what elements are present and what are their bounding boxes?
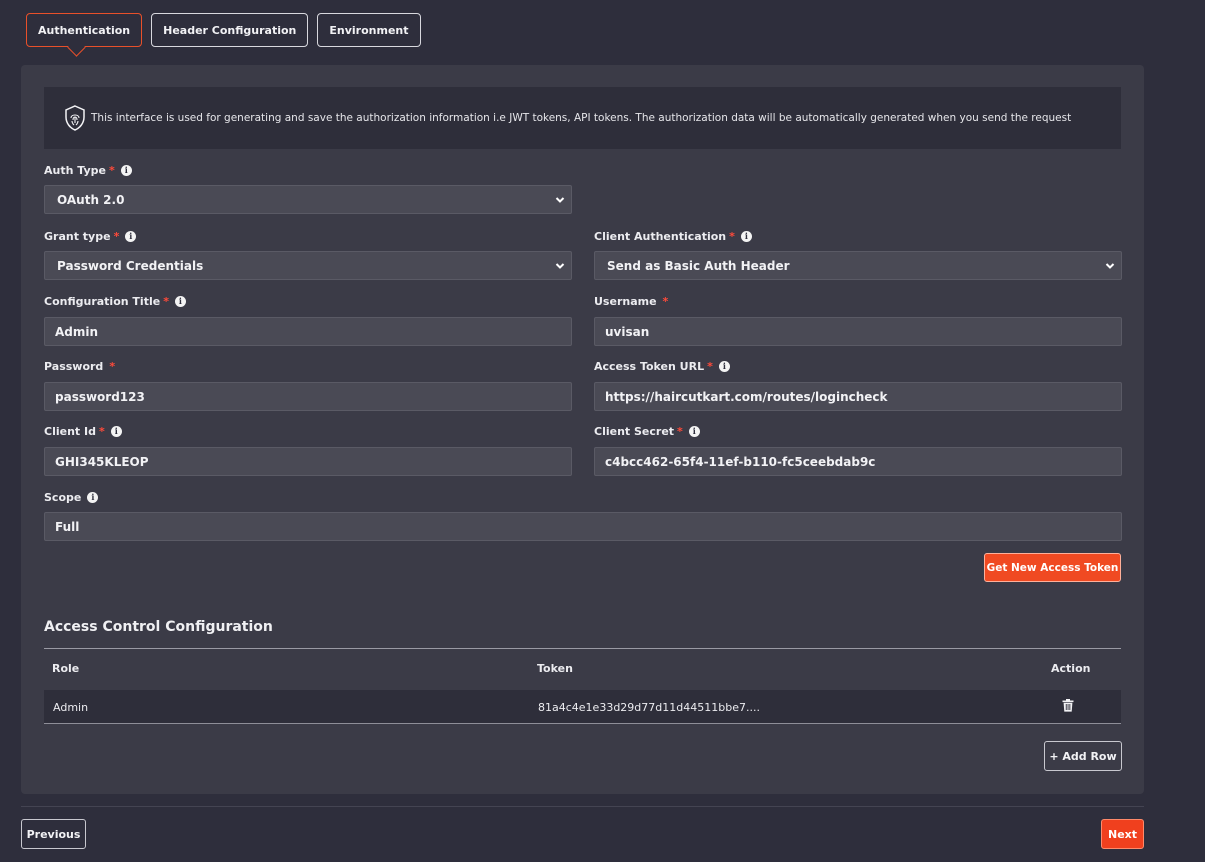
role-cell: Admin [53, 701, 89, 714]
client-auth-value: Send as Basic Auth Header [607, 258, 790, 273]
info-icon[interactable]: i [125, 230, 137, 242]
add-row-button[interactable]: + Add Row [1044, 741, 1122, 771]
auth-type-select[interactable]: OAuth 2.0 [44, 185, 572, 214]
client-id-input[interactable]: GHI345KLEOP [44, 447, 572, 476]
client-id-value: GHI345KLEOP [55, 454, 149, 469]
table-divider [44, 648, 1121, 649]
table-row: Admin 81a4c4e1e33d29d77d11d44511bbe7.... [44, 690, 1121, 724]
previous-button[interactable]: Previous [21, 819, 86, 849]
username-input[interactable]: uvisan [594, 317, 1122, 346]
token-cell: 81a4c4e1e33d29d77d11d44511bbe7.... [538, 701, 760, 714]
config-title-value: Admin [55, 324, 99, 339]
username-label: Username * [594, 294, 669, 308]
grant-type-value: Password Credentials [57, 258, 204, 273]
tab-header-configuration[interactable]: Header Configuration [151, 13, 309, 47]
client-secret-input[interactable]: c4bcc462-65f4-11ef-b110-fc5ceebdab9c [594, 447, 1122, 476]
column-header-token: Token [537, 662, 573, 675]
tab-bar: Authentication Header Configuration Envi… [26, 13, 421, 47]
scope-value: Full [55, 519, 80, 534]
client-secret-value: c4bcc462-65f4-11ef-b110-fc5ceebdab9c [605, 454, 876, 469]
info-icon[interactable]: i [688, 425, 700, 437]
password-value: password123 [55, 389, 145, 404]
shield-fingerprint-icon [63, 104, 87, 132]
scope-label: Scope i [44, 490, 99, 504]
password-input[interactable]: password123 [44, 382, 572, 411]
info-icon[interactable]: i [87, 491, 99, 503]
auth-type-label: Auth Type * i [44, 163, 132, 177]
client-secret-label: Client Secret * i [594, 424, 700, 438]
scope-input[interactable]: Full [44, 512, 1122, 541]
grant-type-select[interactable]: Password Credentials [44, 251, 572, 280]
info-icon[interactable]: i [740, 230, 752, 242]
column-header-role: Role [52, 662, 80, 675]
info-icon[interactable]: i [120, 164, 132, 176]
tab-authentication[interactable]: Authentication [26, 13, 143, 47]
username-value: uvisan [605, 324, 650, 339]
access-token-url-label: Access Token URL * i [594, 359, 730, 373]
client-id-label: Client Id * i [44, 424, 122, 438]
info-banner: This interface is used for generating an… [44, 87, 1121, 149]
config-title-label: Configuration Title * i [44, 294, 186, 308]
access-token-url-input[interactable]: https://haircutkart.com/routes/loginchec… [594, 382, 1122, 411]
footer-divider [21, 806, 1144, 807]
grant-type-label: Grant type * i [44, 229, 137, 243]
info-icon[interactable]: i [174, 295, 186, 307]
get-new-access-token-button[interactable]: Get New Access Token [984, 553, 1121, 582]
tab-environment[interactable]: Environment [317, 13, 421, 47]
client-auth-select[interactable]: Send as Basic Auth Header [594, 251, 1122, 280]
info-text: This interface is used for generating an… [91, 112, 1072, 124]
next-button[interactable]: Next [1101, 819, 1144, 849]
client-auth-label: Client Authentication * i [594, 229, 752, 243]
config-title-input[interactable]: Admin [44, 317, 572, 346]
auth-panel: This interface is used for generating an… [21, 65, 1144, 794]
column-header-action: Action [1051, 662, 1091, 675]
access-control-title: Access Control Configuration [44, 619, 273, 635]
info-icon[interactable]: i [110, 425, 122, 437]
access-token-url-value: https://haircutkart.com/routes/loginchec… [605, 389, 888, 404]
info-icon[interactable]: i [718, 360, 730, 372]
chevron-down-icon [1105, 263, 1115, 269]
chevron-down-icon [555, 197, 565, 203]
password-label: Password * [44, 359, 116, 373]
auth-type-value: OAuth 2.0 [57, 192, 125, 207]
chevron-down-icon [555, 263, 565, 269]
trash-icon[interactable] [1062, 699, 1074, 712]
